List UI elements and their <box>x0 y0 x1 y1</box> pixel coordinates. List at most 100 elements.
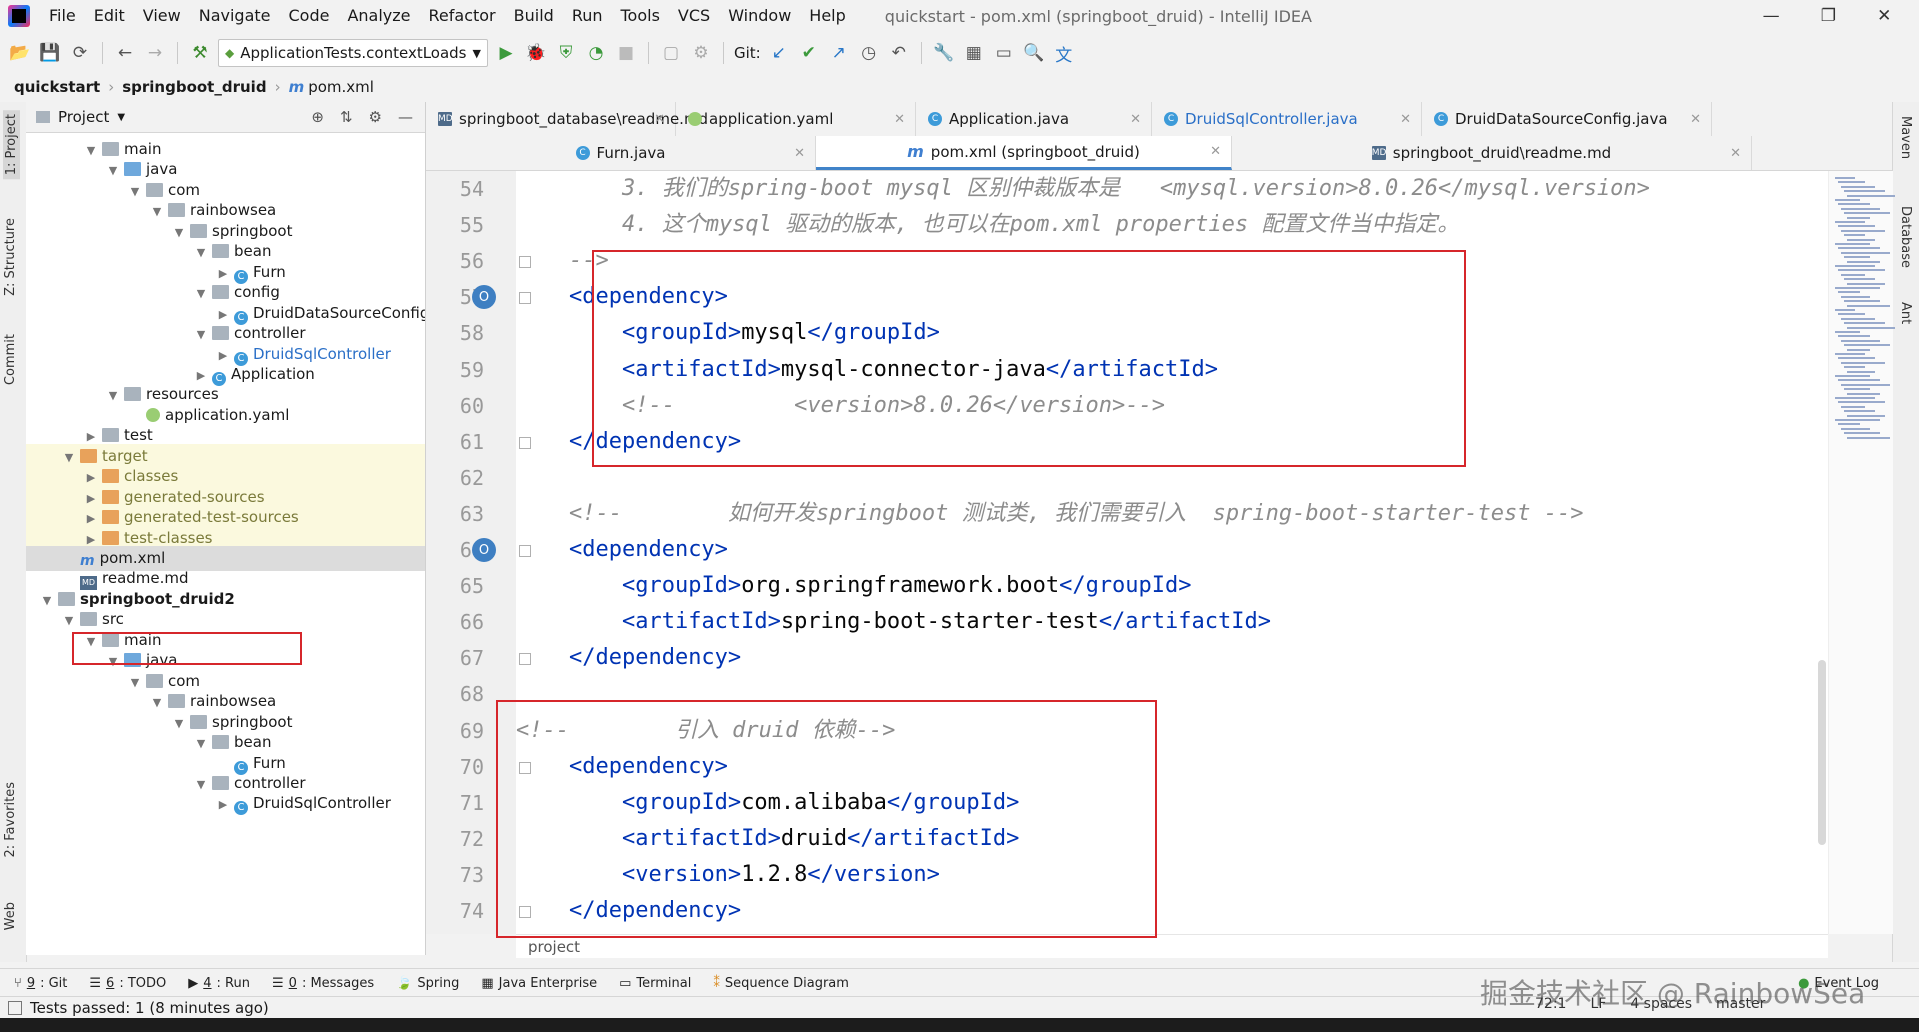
menu-refactor[interactable]: Refactor <box>420 0 505 32</box>
git-commit-icon[interactable]: ✔ <box>797 41 821 65</box>
git-tool-button[interactable]: ⑂ 9: Git <box>14 976 67 991</box>
code-line[interactable]: <!-- 如何开发springboot 测试类, 我们需要引入 spring-b… <box>516 496 1584 532</box>
tab-application-java[interactable]: C Application.java ✕ <box>916 102 1152 136</box>
git-update-icon[interactable]: ↙ <box>767 41 791 65</box>
tab-druid-sql-controller[interactable]: C DruidSqlController.java ✕ <box>1152 102 1422 136</box>
menu-tools[interactable]: Tools <box>612 0 669 32</box>
code-line[interactable]: <artifactId>spring-boot-starter-test</ar… <box>516 604 1271 640</box>
close-icon[interactable]: ✕ <box>1210 144 1221 159</box>
breadcrumb-springboot-druid[interactable]: springboot_druid <box>122 78 266 96</box>
layout-icon[interactable]: ▭ <box>992 41 1016 65</box>
status-message[interactable]: Tests passed: 1 (8 minutes ago) <box>30 999 269 1017</box>
code-line[interactable]: 3. 我们的spring-boot mysql 区别仲裁版本是 <mysql.v… <box>516 171 1650 207</box>
run-tool-button[interactable]: ▶ 4: Run <box>188 976 250 991</box>
save-icon[interactable]: 💾 <box>38 41 62 65</box>
maven-tool-tab[interactable]: Maven <box>1898 116 1913 159</box>
fold-marker-icon[interactable] <box>519 545 531 557</box>
web-tool-tab[interactable]: Web <box>3 902 18 930</box>
tree-node[interactable]: ▶ C DruidSqlController <box>26 791 425 816</box>
translate-icon[interactable]: 文 <box>1052 41 1076 66</box>
project-panel-title[interactable]: Project <box>58 108 109 126</box>
tab-application-yaml[interactable]: application.yaml ✕ <box>676 102 916 136</box>
structure-tool-tab[interactable]: Z: Structure <box>3 218 18 296</box>
locate-icon[interactable]: ⊕ <box>311 108 324 126</box>
open-folder-icon[interactable]: 📂 <box>8 41 32 65</box>
git-rollback-icon[interactable]: ↶ <box>887 41 911 65</box>
java-enterprise-tool-button[interactable]: ▦ Java Enterprise <box>481 976 597 991</box>
database-tool-tab[interactable]: Database <box>1898 206 1913 268</box>
tab-druid-readme[interactable]: MD springboot_druid\readme.md ✕ <box>1232 136 1752 170</box>
menu-build[interactable]: Build <box>505 0 563 32</box>
menu-vcs[interactable]: VCS <box>669 0 719 32</box>
code-line[interactable]: </dependency> <box>516 640 741 676</box>
git-push-icon[interactable]: ↗ <box>827 41 851 65</box>
commit-tool-tab[interactable]: Commit <box>3 334 18 385</box>
project-tool-tab[interactable]: 1: Project <box>3 110 20 180</box>
build-hammer-icon[interactable]: ⚒ <box>188 41 212 65</box>
close-icon[interactable]: ✕ <box>1400 112 1411 127</box>
menu-edit[interactable]: Edit <box>85 0 134 32</box>
maven-dependency-gutter-icon[interactable]: O <box>472 538 496 562</box>
sequence-diagram-tool-button[interactable]: ⁑ Sequence Diagram <box>713 976 849 991</box>
spring-tool-button[interactable]: 🍃 Spring <box>396 976 459 991</box>
menu-navigate[interactable]: Navigate <box>190 0 280 32</box>
minimize-button[interactable]: — <box>1763 6 1780 26</box>
close-icon[interactable]: ✕ <box>894 112 905 127</box>
services-icon[interactable]: ⚙ <box>689 41 713 65</box>
tab-druid-datasource-config[interactable]: C DruidDataSourceConfig.java ✕ <box>1422 102 1712 136</box>
favorites-tool-tab[interactable]: 2: Favorites <box>3 782 18 858</box>
close-icon[interactable]: ✕ <box>794 146 805 161</box>
menu-file[interactable]: File <box>40 0 85 32</box>
gear-icon[interactable]: ⚙ <box>369 108 382 126</box>
tab-furn-java[interactable]: C Furn.java ✕ <box>426 136 816 170</box>
stop-icon[interactable]: ■ <box>614 41 638 65</box>
fold-marker-icon[interactable] <box>519 292 531 305</box>
collapsed-arrow-icon[interactable]: ▶ <box>216 792 230 817</box>
fold-marker-icon[interactable] <box>519 761 531 774</box>
fold-marker-icon[interactable] <box>519 906 531 918</box>
tab-pom-xml[interactable]: m pom.xml (springboot_druid) ✕ <box>816 136 1232 170</box>
back-icon[interactable]: ← <box>113 41 137 65</box>
editor-scrollbar[interactable] <box>1818 660 1826 845</box>
tab-database-readme[interactable]: MD springboot_database\readme.md ✕ <box>426 102 708 136</box>
breadcrumb-pom[interactable]: pom.xml <box>308 78 374 96</box>
chevron-down-icon[interactable]: ▼ <box>117 112 125 123</box>
terminal-tool-button[interactable]: ▭ Terminal <box>619 976 691 991</box>
menu-run[interactable]: Run <box>563 0 612 32</box>
fold-marker-icon[interactable] <box>519 436 531 449</box>
run-config-dropdown[interactable]: ◆ ApplicationTests.contextLoads ▼ <box>218 39 488 67</box>
code-line[interactable]: <groupId>org.springframework.boot</group… <box>516 568 1192 604</box>
git-history-icon[interactable]: ◷ <box>857 41 881 65</box>
hide-icon[interactable]: — <box>398 108 413 126</box>
close-icon[interactable]: ✕ <box>1690 112 1701 127</box>
attach-icon[interactable]: ▢ <box>659 41 683 65</box>
close-icon[interactable]: ✕ <box>1130 112 1141 127</box>
messages-tool-button[interactable]: ☰ 0: Messages <box>272 976 374 991</box>
menu-view[interactable]: View <box>134 0 190 32</box>
menu-help[interactable]: Help <box>800 0 854 32</box>
menu-analyze[interactable]: Analyze <box>338 0 419 32</box>
close-icon[interactable]: ✕ <box>1730 146 1741 161</box>
breadcrumb-quickstart[interactable]: quickstart <box>14 78 100 96</box>
menu-code[interactable]: Code <box>280 0 339 32</box>
code-minimap[interactable] <box>1828 171 1895 934</box>
close-icon[interactable]: ✕ <box>654 112 665 127</box>
fold-marker-icon[interactable] <box>519 653 531 666</box>
forward-icon[interactable]: → <box>143 41 167 65</box>
ant-tool-tab[interactable]: Ant <box>1898 302 1913 324</box>
profile-icon[interactable]: ◔ <box>584 41 608 65</box>
sync-icon[interactable]: ⟳ <box>68 41 92 65</box>
menu-window[interactable]: Window <box>719 0 800 32</box>
project-structure-icon[interactable]: ▦ <box>962 41 986 65</box>
coverage-icon[interactable]: ⛨ <box>554 41 578 65</box>
fold-marker-icon[interactable] <box>519 256 531 269</box>
code-line[interactable]: <dependency> <box>516 532 728 568</box>
settings-wrench-icon[interactable]: 🔧 <box>932 41 956 65</box>
search-icon[interactable]: 🔍 <box>1022 41 1046 65</box>
debug-icon[interactable]: 🐞 <box>524 41 548 65</box>
collapse-icon[interactable]: ⇅ <box>340 108 353 126</box>
restore-button[interactable]: ❐ <box>1821 6 1836 26</box>
run-icon[interactable]: ▶ <box>494 41 518 65</box>
code-line[interactable]: 4. 这个mysql 驱动的版本, 也可以在pom.xml properties… <box>516 207 1459 243</box>
todo-tool-button[interactable]: ☰ 6: TODO <box>89 976 166 991</box>
